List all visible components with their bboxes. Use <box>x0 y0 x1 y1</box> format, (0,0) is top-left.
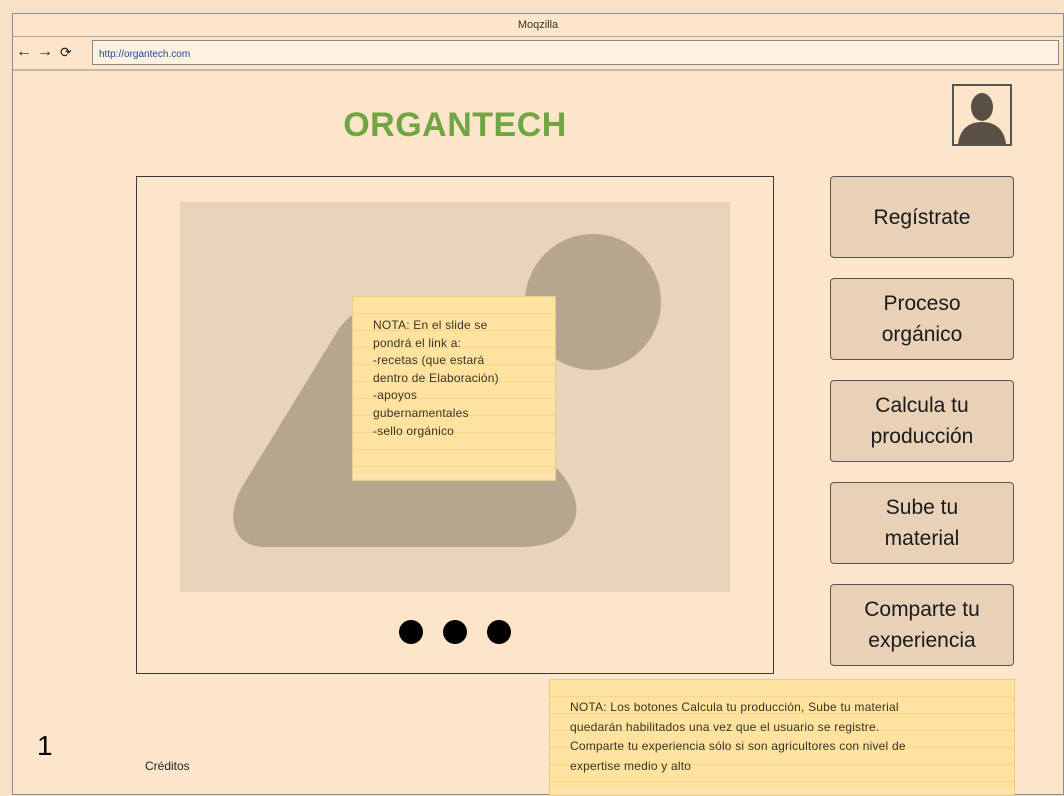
title-bar: Moqzilla <box>13 14 1063 37</box>
organic-process-button[interactable]: Proceso orgánico <box>830 278 1014 360</box>
note-torn-edge <box>353 475 555 481</box>
note-line: pondrá el link a: <box>373 335 462 350</box>
site-logo: ORGANTECH <box>343 106 567 144</box>
credits-link[interactable]: Créditos <box>145 759 190 773</box>
share-experience-button[interactable]: Comparte tu experiencia <box>830 584 1014 666</box>
arrow-left-icon[interactable]: ← <box>16 43 32 61</box>
button-label: Comparte tu <box>864 598 980 621</box>
slider-dot[interactable] <box>399 620 423 644</box>
button-label: material <box>884 527 960 550</box>
reload-icon[interactable]: ⟳ <box>60 43 72 61</box>
calculate-production-button[interactable]: Calcula tu producción <box>830 380 1014 462</box>
page-number: 1 <box>37 730 53 761</box>
note-line: -recetas (que estará <box>373 353 485 368</box>
slider-dot[interactable] <box>487 620 511 644</box>
note-torn-edge <box>550 790 1014 796</box>
button-label: Sube tu <box>885 496 959 519</box>
button-label: experiencia <box>868 629 976 652</box>
button-label: orgánico <box>881 323 963 346</box>
arrow-right-icon[interactable]: → <box>37 43 53 61</box>
note-line: -apoyos <box>373 388 418 403</box>
slider-note: NOTA: En el slide se pondrá el link a: -… <box>352 296 556 481</box>
button-label: Regístrate <box>873 205 971 229</box>
slider-pagination <box>399 620 511 644</box>
buttons-note: NOTA: Los botones Calcula tu producción,… <box>549 679 1015 796</box>
button-label: Calcula tu <box>875 394 969 417</box>
register-button[interactable]: Regístrate <box>830 176 1014 258</box>
navigation-bar: ← → ⟳ http://organtech.com <box>13 40 1063 66</box>
note-line: dentro de Elaboración) <box>373 370 499 385</box>
user-silhouette-icon[interactable] <box>952 84 1012 146</box>
note-line: Comparte tu experiencia sólo si son agri… <box>570 739 906 754</box>
note-line: -sello orgánico <box>373 423 455 438</box>
note-line: NOTA: En el slide se <box>373 318 488 332</box>
note-line: expertise medio y alto <box>570 758 692 773</box>
window-title: Moqzilla <box>517 19 559 31</box>
button-label: producción <box>870 425 974 448</box>
note-line: gubernamentales <box>373 405 469 420</box>
header-divider <box>13 69 1063 71</box>
note-line: NOTA: Los botones Calcula tu producción,… <box>570 700 899 714</box>
note-line: quedarán habilitados una vez que el usua… <box>570 719 880 734</box>
upload-material-button[interactable]: Sube tu material <box>830 482 1014 564</box>
slider-dot[interactable] <box>443 620 467 644</box>
button-label: Proceso <box>883 292 961 315</box>
browser-window: Moqzilla ← → ⟳ http://organtech.com ORGA… <box>12 13 1064 796</box>
url-bar[interactable]: http://organtech.com <box>92 40 1059 65</box>
